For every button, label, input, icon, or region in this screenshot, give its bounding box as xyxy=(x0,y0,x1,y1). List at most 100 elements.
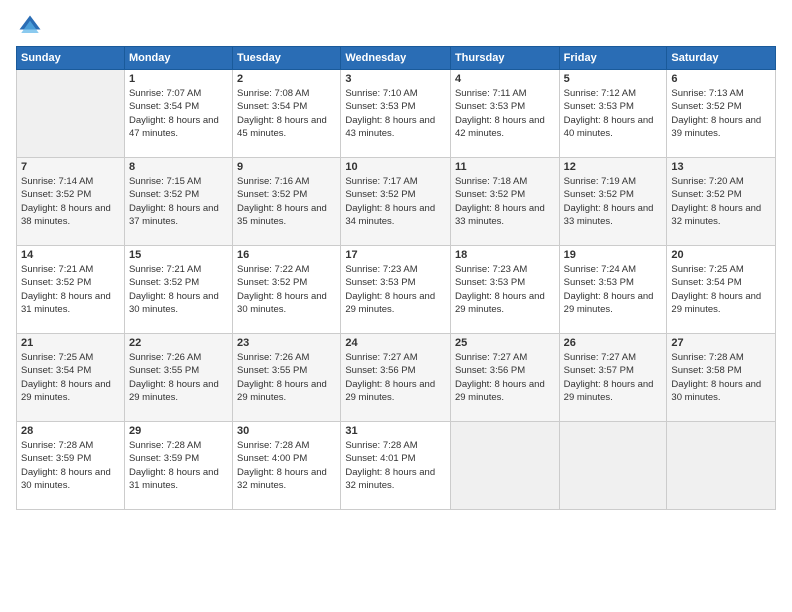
day-number: 1 xyxy=(129,73,228,85)
day-info: Sunrise: 7:21 AMSunset: 3:52 PMDaylight:… xyxy=(21,263,120,316)
day-info: Sunrise: 7:12 AMSunset: 3:53 PMDaylight:… xyxy=(564,87,663,140)
calendar-cell: 8 Sunrise: 7:15 AMSunset: 3:52 PMDaylight… xyxy=(124,158,232,246)
day-info: Sunrise: 7:28 AMSunset: 3:59 PMDaylight:… xyxy=(21,439,120,492)
calendar-cell: 19 Sunrise: 7:24 AMSunset: 3:53 PMDayligh… xyxy=(559,246,667,334)
day-info: Sunrise: 7:16 AMSunset: 3:52 PMDaylight:… xyxy=(237,175,336,228)
calendar-cell: 26 Sunrise: 7:27 AMSunset: 3:57 PMDayligh… xyxy=(559,334,667,422)
day-info: Sunrise: 7:22 AMSunset: 3:52 PMDaylight:… xyxy=(237,263,336,316)
day-number: 24 xyxy=(345,337,446,349)
calendar-table: SundayMondayTuesdayWednesdayThursdayFrid… xyxy=(16,46,776,510)
day-info: Sunrise: 7:15 AMSunset: 3:52 PMDaylight:… xyxy=(129,175,228,228)
day-info: Sunrise: 7:27 AMSunset: 3:56 PMDaylight:… xyxy=(345,351,446,404)
calendar-cell xyxy=(450,422,559,510)
day-info: Sunrise: 7:19 AMSunset: 3:52 PMDaylight:… xyxy=(564,175,663,228)
day-info: Sunrise: 7:11 AMSunset: 3:53 PMDaylight:… xyxy=(455,87,555,140)
day-info: Sunrise: 7:28 AMSunset: 4:00 PMDaylight:… xyxy=(237,439,336,492)
calendar-week-0: 1 Sunrise: 7:07 AMSunset: 3:54 PMDaylight… xyxy=(17,70,776,158)
day-header-monday: Monday xyxy=(124,47,232,70)
day-header-friday: Friday xyxy=(559,47,667,70)
day-info: Sunrise: 7:17 AMSunset: 3:52 PMDaylight:… xyxy=(345,175,446,228)
calendar-cell: 24 Sunrise: 7:27 AMSunset: 3:56 PMDayligh… xyxy=(341,334,451,422)
calendar-cell: 30Sunrise: 7:28 AMSunset: 4:00 PMDayligh… xyxy=(233,422,341,510)
calendar-week-2: 14 Sunrise: 7:21 AMSunset: 3:52 PMDayligh… xyxy=(17,246,776,334)
calendar-cell: 1 Sunrise: 7:07 AMSunset: 3:54 PMDaylight… xyxy=(124,70,232,158)
day-number: 15 xyxy=(129,249,228,261)
day-info: Sunrise: 7:13 AMSunset: 3:52 PMDaylight:… xyxy=(671,87,771,140)
day-number: 7 xyxy=(21,161,120,173)
day-info: Sunrise: 7:21 AMSunset: 3:52 PMDaylight:… xyxy=(129,263,228,316)
day-info: Sunrise: 7:28 AMSunset: 3:58 PMDaylight:… xyxy=(671,351,771,404)
day-number: 4 xyxy=(455,73,555,85)
calendar-cell: 7 Sunrise: 7:14 AMSunset: 3:52 PMDaylight… xyxy=(17,158,125,246)
day-number: 10 xyxy=(345,161,446,173)
calendar-cell: 3Sunrise: 7:10 AMSunset: 3:53 PMDaylight… xyxy=(341,70,451,158)
logo-icon xyxy=(16,12,44,40)
calendar-cell: 18 Sunrise: 7:23 AMSunset: 3:53 PMDayligh… xyxy=(450,246,559,334)
calendar-cell: 22Sunrise: 7:26 AMSunset: 3:55 PMDayligh… xyxy=(124,334,232,422)
day-number: 28 xyxy=(21,425,120,437)
calendar-cell: 4 Sunrise: 7:11 AMSunset: 3:53 PMDaylight… xyxy=(450,70,559,158)
day-info: Sunrise: 7:18 AMSunset: 3:52 PMDaylight:… xyxy=(455,175,555,228)
calendar-cell: 12 Sunrise: 7:19 AMSunset: 3:52 PMDayligh… xyxy=(559,158,667,246)
calendar-cell: 21 Sunrise: 7:25 AMSunset: 3:54 PMDayligh… xyxy=(17,334,125,422)
day-info: Sunrise: 7:27 AMSunset: 3:56 PMDaylight:… xyxy=(455,351,555,404)
day-header-saturday: Saturday xyxy=(667,47,776,70)
calendar-cell xyxy=(559,422,667,510)
day-info: Sunrise: 7:14 AMSunset: 3:52 PMDaylight:… xyxy=(21,175,120,228)
day-number: 23 xyxy=(237,337,336,349)
main-container: SundayMondayTuesdayWednesdayThursdayFrid… xyxy=(0,0,792,612)
day-number: 29 xyxy=(129,425,228,437)
calendar-cell: 16 Sunrise: 7:22 AMSunset: 3:52 PMDayligh… xyxy=(233,246,341,334)
calendar-cell: 23 Sunrise: 7:26 AMSunset: 3:55 PMDayligh… xyxy=(233,334,341,422)
day-header-tuesday: Tuesday xyxy=(233,47,341,70)
calendar-cell: 9 Sunrise: 7:16 AMSunset: 3:52 PMDaylight… xyxy=(233,158,341,246)
calendar-cell xyxy=(17,70,125,158)
day-number: 9 xyxy=(237,161,336,173)
day-number: 25 xyxy=(455,337,555,349)
day-number: 18 xyxy=(455,249,555,261)
calendar-cell: 6 Sunrise: 7:13 AMSunset: 3:52 PMDaylight… xyxy=(667,70,776,158)
calendar-cell: 2Sunrise: 7:08 AMSunset: 3:54 PMDaylight… xyxy=(233,70,341,158)
day-number: 19 xyxy=(564,249,663,261)
day-header-thursday: Thursday xyxy=(450,47,559,70)
calendar-cell xyxy=(667,422,776,510)
day-number: 2 xyxy=(237,73,336,85)
day-number: 8 xyxy=(129,161,228,173)
day-number: 16 xyxy=(237,249,336,261)
calendar-cell: 5Sunrise: 7:12 AMSunset: 3:53 PMDaylight… xyxy=(559,70,667,158)
calendar-cell: 27 Sunrise: 7:28 AMSunset: 3:58 PMDayligh… xyxy=(667,334,776,422)
day-number: 3 xyxy=(345,73,446,85)
day-info: Sunrise: 7:27 AMSunset: 3:57 PMDaylight:… xyxy=(564,351,663,404)
calendar-cell: 17 Sunrise: 7:23 AMSunset: 3:53 PMDayligh… xyxy=(341,246,451,334)
day-info: Sunrise: 7:23 AMSunset: 3:53 PMDaylight:… xyxy=(345,263,446,316)
calendar-cell: 28 Sunrise: 7:28 AMSunset: 3:59 PMDayligh… xyxy=(17,422,125,510)
day-number: 26 xyxy=(564,337,663,349)
day-number: 13 xyxy=(671,161,771,173)
day-number: 12 xyxy=(564,161,663,173)
day-info: Sunrise: 7:23 AMSunset: 3:53 PMDaylight:… xyxy=(455,263,555,316)
day-header-sunday: Sunday xyxy=(17,47,125,70)
calendar-cell: 13Sunrise: 7:20 AMSunset: 3:52 PMDayligh… xyxy=(667,158,776,246)
day-info: Sunrise: 7:07 AMSunset: 3:54 PMDaylight:… xyxy=(129,87,228,140)
calendar-week-1: 7 Sunrise: 7:14 AMSunset: 3:52 PMDaylight… xyxy=(17,158,776,246)
calendar-cell: 20Sunrise: 7:25 AMSunset: 3:54 PMDayligh… xyxy=(667,246,776,334)
day-number: 6 xyxy=(671,73,771,85)
day-info: Sunrise: 7:26 AMSunset: 3:55 PMDaylight:… xyxy=(237,351,336,404)
day-number: 21 xyxy=(21,337,120,349)
calendar-cell: 29Sunrise: 7:28 AMSunset: 3:59 PMDayligh… xyxy=(124,422,232,510)
day-info: Sunrise: 7:28 AMSunset: 4:01 PMDaylight:… xyxy=(345,439,446,492)
calendar-week-3: 21 Sunrise: 7:25 AMSunset: 3:54 PMDayligh… xyxy=(17,334,776,422)
day-info: Sunrise: 7:25 AMSunset: 3:54 PMDaylight:… xyxy=(21,351,120,404)
calendar-cell: 10 Sunrise: 7:17 AMSunset: 3:52 PMDayligh… xyxy=(341,158,451,246)
day-number: 20 xyxy=(671,249,771,261)
day-info: Sunrise: 7:24 AMSunset: 3:53 PMDaylight:… xyxy=(564,263,663,316)
day-header-wednesday: Wednesday xyxy=(341,47,451,70)
day-number: 17 xyxy=(345,249,446,261)
day-info: Sunrise: 7:26 AMSunset: 3:55 PMDaylight:… xyxy=(129,351,228,404)
calendar-cell: 15 Sunrise: 7:21 AMSunset: 3:52 PMDayligh… xyxy=(124,246,232,334)
day-number: 27 xyxy=(671,337,771,349)
calendar-cell: 14 Sunrise: 7:21 AMSunset: 3:52 PMDayligh… xyxy=(17,246,125,334)
day-number: 14 xyxy=(21,249,120,261)
calendar-cell: 25 Sunrise: 7:27 AMSunset: 3:56 PMDayligh… xyxy=(450,334,559,422)
day-number: 31 xyxy=(345,425,446,437)
